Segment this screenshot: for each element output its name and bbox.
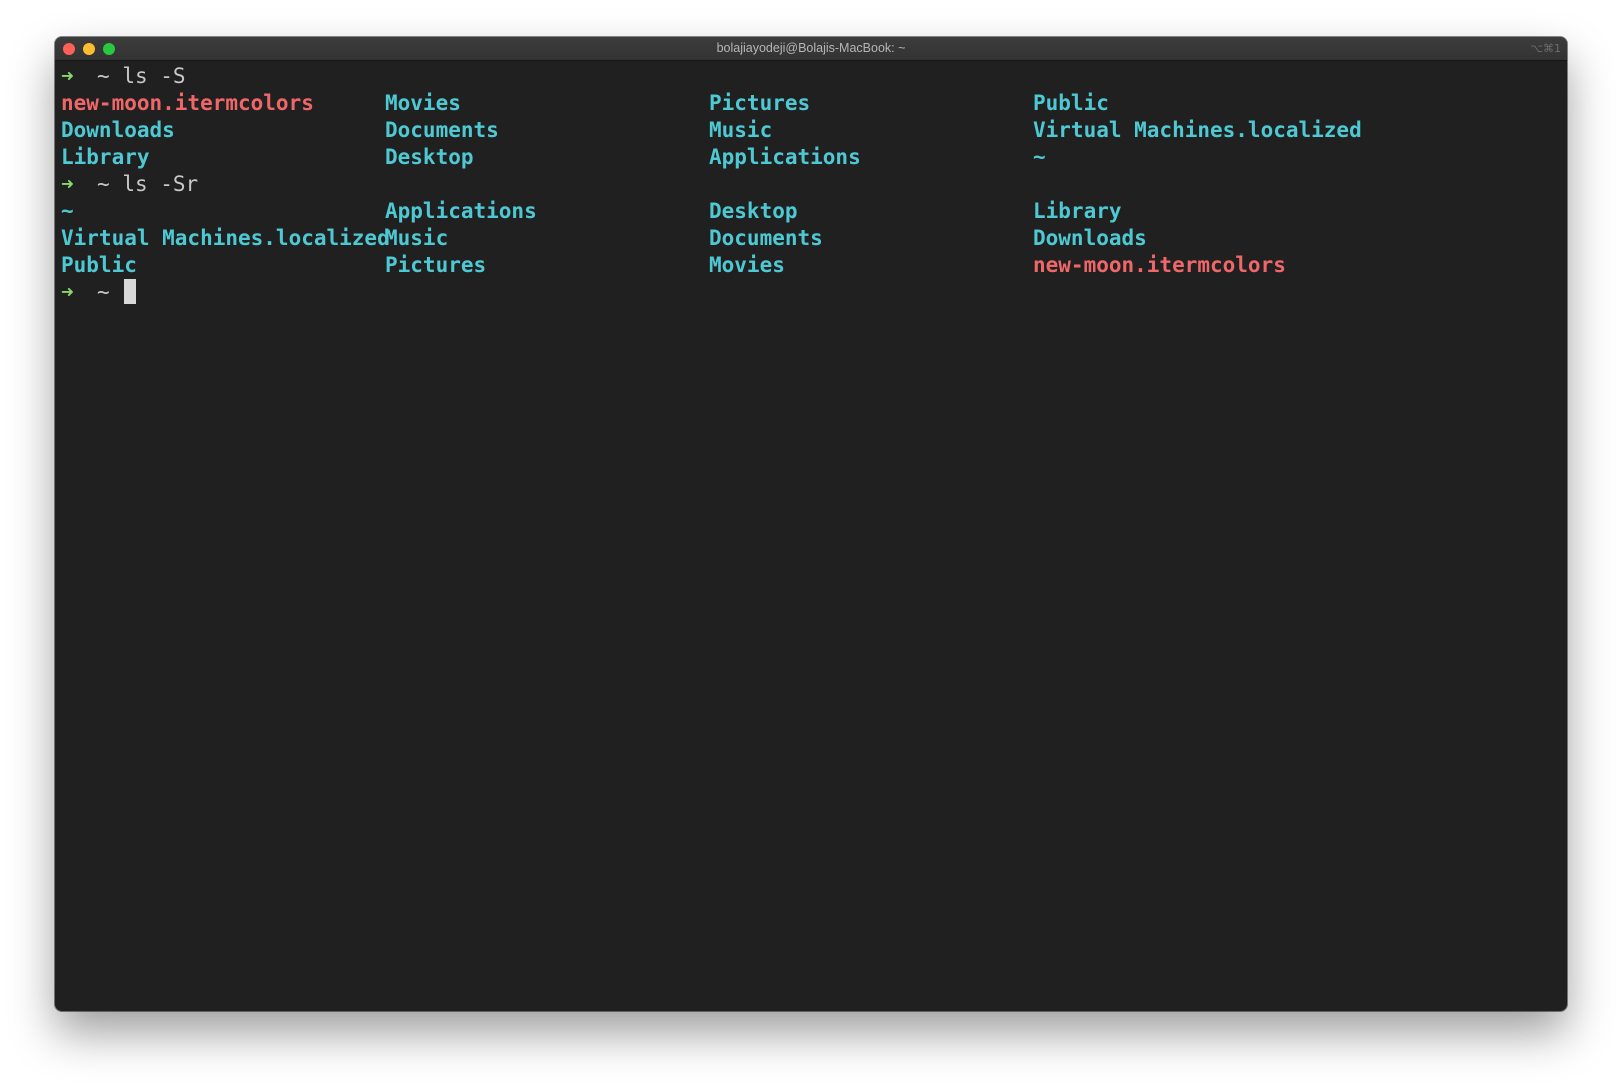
list-item: Pictures bbox=[385, 253, 487, 277]
list-item: Library bbox=[1033, 199, 1122, 223]
list-item: Applications bbox=[709, 145, 861, 169]
list-item: Virtual Machines.localized bbox=[1033, 118, 1362, 142]
prompt-arrow-icon: ➜ bbox=[61, 280, 74, 304]
list-item: Downloads bbox=[1033, 226, 1147, 250]
list-item: Desktop bbox=[385, 145, 474, 169]
output-row: new-moon.itermcolors Movies Pictures Pub… bbox=[61, 90, 1561, 117]
list-item: new-moon.itermcolors bbox=[1033, 253, 1286, 277]
prompt-cwd: ~ bbox=[97, 280, 110, 304]
list-item: Pictures bbox=[709, 91, 811, 115]
list-item: Music bbox=[709, 118, 773, 142]
window-title: bolajiayodeji@Bolajis-MacBook: ~ bbox=[716, 41, 906, 55]
command-text: ls -Sr bbox=[122, 172, 199, 196]
list-item: Virtual Machines.localized bbox=[61, 226, 390, 250]
list-item: Downloads bbox=[61, 118, 175, 142]
prompt-cwd: ~ bbox=[97, 172, 110, 196]
prompt-line: ➜ ~ ls -S bbox=[61, 63, 1561, 90]
prompt-cwd: ~ bbox=[97, 64, 110, 88]
window-shortcut: ⌥⌘1 bbox=[1530, 42, 1561, 55]
list-item: Public bbox=[61, 253, 137, 277]
output-row: Public Pictures Movies new-moon.itermcol… bbox=[61, 252, 1561, 279]
prompt-arrow-icon: ➜ bbox=[61, 172, 74, 196]
output-row: Library Desktop Applications ~ bbox=[61, 144, 1561, 171]
list-item: Documents bbox=[709, 226, 823, 250]
list-item: new-moon.itermcolors bbox=[61, 91, 314, 115]
list-item: ~ bbox=[61, 199, 74, 223]
list-item: Desktop bbox=[709, 199, 798, 223]
prompt-line: ➜ ~ ls -Sr bbox=[61, 171, 1561, 198]
command-text: ls -S bbox=[122, 64, 186, 88]
list-item: ~ bbox=[1033, 145, 1046, 169]
terminal-window: bolajiayodeji@Bolajis-MacBook: ~ ⌥⌘1 ➜ ~ … bbox=[55, 37, 1567, 1011]
list-item: Applications bbox=[385, 199, 537, 223]
active-prompt-line[interactable]: ➜ ~ bbox=[61, 279, 1561, 306]
terminal-output[interactable]: ➜ ~ ls -S new-moon.itermcolors Movies Pic… bbox=[61, 63, 1561, 1011]
output-row: Downloads Documents Music Virtual Machin… bbox=[61, 117, 1561, 144]
output-row: Virtual Machines.localized Music Documen… bbox=[61, 225, 1561, 252]
title-bar[interactable]: bolajiayodeji@Bolajis-MacBook: ~ ⌥⌘1 bbox=[55, 37, 1567, 61]
list-item: Documents bbox=[385, 118, 499, 142]
list-item: Public bbox=[1033, 91, 1109, 115]
list-item: Movies bbox=[709, 253, 785, 277]
output-row: ~ Applications Desktop Library bbox=[61, 198, 1561, 225]
text-cursor bbox=[124, 279, 137, 304]
list-item: Music bbox=[385, 226, 449, 250]
prompt-arrow-icon: ➜ bbox=[61, 64, 74, 88]
list-item: Movies bbox=[385, 91, 461, 115]
list-item: Library bbox=[61, 145, 150, 169]
